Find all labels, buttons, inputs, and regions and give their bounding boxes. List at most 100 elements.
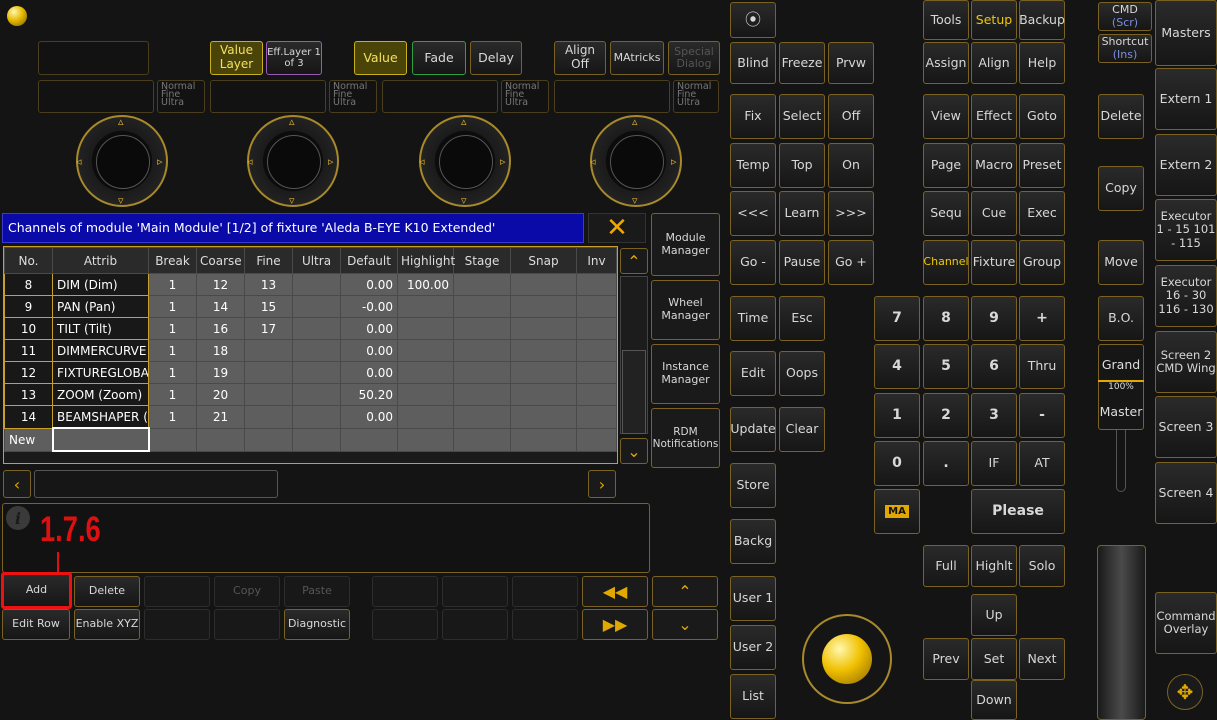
- sequ-key[interactable]: Sequ: [923, 191, 969, 236]
- time-key[interactable]: Time: [730, 296, 776, 341]
- masters-key[interactable]: Masters: [1155, 0, 1217, 66]
- page-down-icon[interactable]: ⌄: [652, 609, 718, 640]
- screen2-key[interactable]: Screen 2 CMD Wing: [1155, 331, 1217, 393]
- if-key[interactable]: IF: [971, 441, 1017, 486]
- cell-attrib[interactable]: FIXTUREGLOBAL: [52, 361, 149, 384]
- resolution-selector-3[interactable]: Normal Fine Ultra: [501, 80, 549, 113]
- column-header[interactable]: Coarse: [196, 247, 245, 274]
- screen4-key[interactable]: Screen 4: [1155, 462, 1217, 524]
- new-row-cell[interactable]: [510, 427, 577, 452]
- target-icon[interactable]: ⦿: [730, 2, 776, 38]
- cell-inv[interactable]: [576, 339, 617, 362]
- cell-snap[interactable]: [510, 317, 577, 340]
- effect-key[interactable]: Effect: [971, 94, 1017, 139]
- preset-key[interactable]: Preset: [1019, 143, 1065, 188]
- cell-coarse[interactable]: 20: [196, 383, 245, 406]
- new-row[interactable]: New: [4, 427, 617, 452]
- wheel-manager-button[interactable]: Wheel Manager: [651, 280, 720, 340]
- cell-coarse[interactable]: 12: [196, 273, 245, 296]
- solo-key[interactable]: Solo: [1019, 545, 1065, 587]
- cell-highlight[interactable]: 100.00: [397, 273, 454, 296]
- cell-default[interactable]: 0.00: [340, 273, 398, 296]
- table-row[interactable]: 12 FIXTUREGLOBAL 1 19 0.00: [4, 361, 617, 384]
- cell-highlight[interactable]: [397, 295, 454, 318]
- cell-no[interactable]: 12: [4, 361, 53, 384]
- key-9[interactable]: 9: [971, 296, 1017, 341]
- key-3[interactable]: 3: [971, 393, 1017, 438]
- cell-attrib[interactable]: BEAMSHAPER (B: [52, 405, 149, 429]
- cell-inv[interactable]: [576, 273, 617, 296]
- resolution-selector-1[interactable]: Normal Fine Ultra: [157, 80, 205, 113]
- channel-key[interactable]: Channel: [923, 240, 969, 285]
- macro-key[interactable]: Macro: [971, 143, 1017, 188]
- cell-snap[interactable]: [510, 361, 577, 384]
- down-key[interactable]: Down: [971, 680, 1017, 720]
- cell-default[interactable]: 0.00: [340, 317, 398, 340]
- table-row[interactable]: 8 DIM (Dim) 1 12 13 0.00 100.00: [4, 273, 617, 296]
- table-row[interactable]: 10 TILT (Tilt) 1 16 17 0.00: [4, 317, 617, 340]
- trackball-ball-icon[interactable]: [822, 634, 872, 684]
- new-row-cell[interactable]: [244, 427, 293, 452]
- page-first-icon[interactable]: ◀◀: [582, 576, 648, 607]
- fix-key[interactable]: Fix: [730, 94, 776, 139]
- new-row-cell[interactable]: [292, 427, 341, 452]
- cell-inv[interactable]: [576, 361, 617, 384]
- cell-attrib[interactable]: PAN (Pan): [52, 295, 149, 318]
- cell-stage[interactable]: [453, 405, 511, 429]
- prev-key[interactable]: Prev: [923, 638, 969, 680]
- cell-coarse[interactable]: 18: [196, 339, 245, 362]
- table-row[interactable]: 13 ZOOM (Zoom) 1 20 50.20: [4, 383, 617, 406]
- delay-button[interactable]: Delay: [470, 41, 522, 75]
- bo-key[interactable]: B.O.: [1098, 296, 1144, 341]
- cell-attrib[interactable]: DIMMERCURVE (: [52, 339, 149, 362]
- exec-key[interactable]: Exec: [1019, 191, 1065, 236]
- user1-key[interactable]: User 1: [730, 576, 776, 621]
- key-4[interactable]: 4: [874, 344, 920, 389]
- cell-break[interactable]: 1: [148, 339, 197, 362]
- new-row-cell[interactable]: [148, 427, 197, 452]
- cell-no[interactable]: 10: [4, 317, 53, 340]
- scroll-down-button[interactable]: ⌄: [620, 438, 648, 464]
- value-button[interactable]: Value: [354, 41, 407, 75]
- align-key[interactable]: Align: [971, 42, 1017, 84]
- prev-page-key[interactable]: <<<: [730, 191, 776, 236]
- up-key[interactable]: Up: [971, 594, 1017, 636]
- rdm-notifications-button[interactable]: RDM Notifications: [651, 408, 720, 468]
- cell-ultra[interactable]: [292, 383, 341, 406]
- cell-fine[interactable]: [244, 339, 293, 362]
- cell-inv[interactable]: [576, 317, 617, 340]
- column-header[interactable]: Inv: [576, 247, 617, 274]
- ma-orb-icon[interactable]: [7, 6, 27, 26]
- cell-coarse[interactable]: 14: [196, 295, 245, 318]
- cell-inv[interactable]: [576, 405, 617, 429]
- cell-ultra[interactable]: [292, 317, 341, 340]
- cell-default[interactable]: -0.00: [340, 295, 398, 318]
- cell-coarse[interactable]: 16: [196, 317, 245, 340]
- thru-key[interactable]: Thru: [1019, 344, 1065, 389]
- store-key[interactable]: Store: [730, 463, 776, 508]
- key-5[interactable]: 5: [923, 344, 969, 389]
- go-minus-key[interactable]: Go -: [730, 240, 776, 285]
- column-header[interactable]: Break: [148, 247, 197, 274]
- edit-key[interactable]: Edit: [730, 351, 776, 396]
- column-header[interactable]: No.: [4, 247, 53, 274]
- extern1-key[interactable]: Extern 1: [1155, 68, 1217, 130]
- cue-key[interactable]: Cue: [971, 191, 1017, 236]
- highlt-key[interactable]: Highlt: [971, 545, 1017, 587]
- key-minus[interactable]: -: [1019, 393, 1065, 438]
- scroll-right-button[interactable]: ›: [588, 470, 616, 498]
- cell-break[interactable]: 1: [148, 273, 197, 296]
- add-button[interactable]: Add: [1, 572, 72, 609]
- temp-key[interactable]: Temp: [730, 143, 776, 188]
- cell-attrib[interactable]: TILT (Tilt): [52, 317, 149, 340]
- resolution-selector-4[interactable]: Normal Fine Ultra: [673, 80, 719, 113]
- cell-fine[interactable]: 13: [244, 273, 293, 296]
- cell-ultra[interactable]: [292, 361, 341, 384]
- new-row-cell[interactable]: [196, 427, 245, 452]
- fade-button[interactable]: Fade: [412, 41, 466, 75]
- key-plus[interactable]: +: [1019, 296, 1065, 341]
- ma-logo-key[interactable]: MA: [874, 489, 920, 534]
- esc-key[interactable]: Esc: [779, 296, 825, 341]
- next-page-key[interactable]: >>>: [828, 191, 874, 236]
- go-plus-key[interactable]: Go +: [828, 240, 874, 285]
